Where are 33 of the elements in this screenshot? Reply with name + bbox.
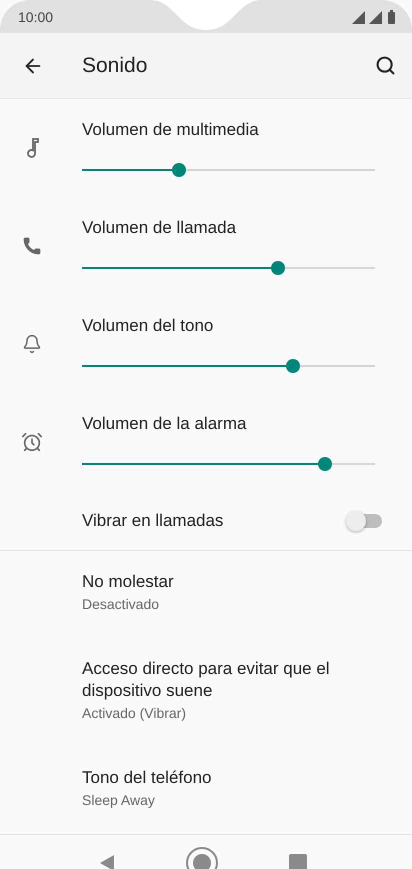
- bell-icon: [22, 334, 42, 354]
- item-title: No molestar: [82, 571, 175, 593]
- status-time: 10:00: [18, 8, 54, 24]
- vibrate-switch[interactable]: [348, 514, 382, 528]
- slider-thumb[interactable]: [271, 261, 286, 275]
- slider-thumb[interactable]: [318, 457, 332, 471]
- toggle-label: Vibrar en llamadas: [82, 510, 224, 530]
- settings-item[interactable]: Tono del teléfono Sleep Away: [0, 747, 412, 834]
- slider-thumb[interactable]: [172, 163, 186, 177]
- phone-icon: [22, 236, 42, 256]
- item-subtitle: Activado (Vibrar): [82, 704, 188, 723]
- item-subtitle: Sleep Away: [82, 791, 156, 810]
- signal-battery-icon: [352, 10, 398, 24]
- volume-slider[interactable]: [82, 359, 375, 373]
- item-title: Tono del teléfono: [82, 767, 212, 789]
- slider-label: Volumen del tono: [82, 315, 214, 337]
- music-note-icon: [25, 138, 39, 158]
- item-subtitle: Desactivado: [82, 595, 160, 614]
- slider-label: Volumen de llamada: [82, 217, 238, 239]
- alarm-clock-icon: [21, 431, 43, 453]
- slider-label: Volumen de multimedia: [82, 119, 260, 141]
- recents-button[interactable]: [289, 854, 307, 869]
- page-title: Sonido: [82, 54, 148, 78]
- slider-thumb[interactable]: [286, 359, 300, 373]
- back-nav-button[interactable]: [99, 854, 115, 869]
- search-button[interactable]: [375, 55, 396, 76]
- settings-item[interactable]: Acceso directo para evitar que el dispositivo suene Activado (Vibrar): [0, 638, 412, 747]
- slider-label: Volumen de la alarma: [82, 413, 248, 435]
- item-title: Acceso directo para evitar que el dispositivo suene: [82, 658, 331, 702]
- settings-item[interactable]: No molestar Desactivado: [0, 551, 412, 638]
- volume-slider[interactable]: [82, 457, 375, 471]
- volume-slider[interactable]: [82, 163, 375, 177]
- volume-slider[interactable]: [82, 261, 375, 275]
